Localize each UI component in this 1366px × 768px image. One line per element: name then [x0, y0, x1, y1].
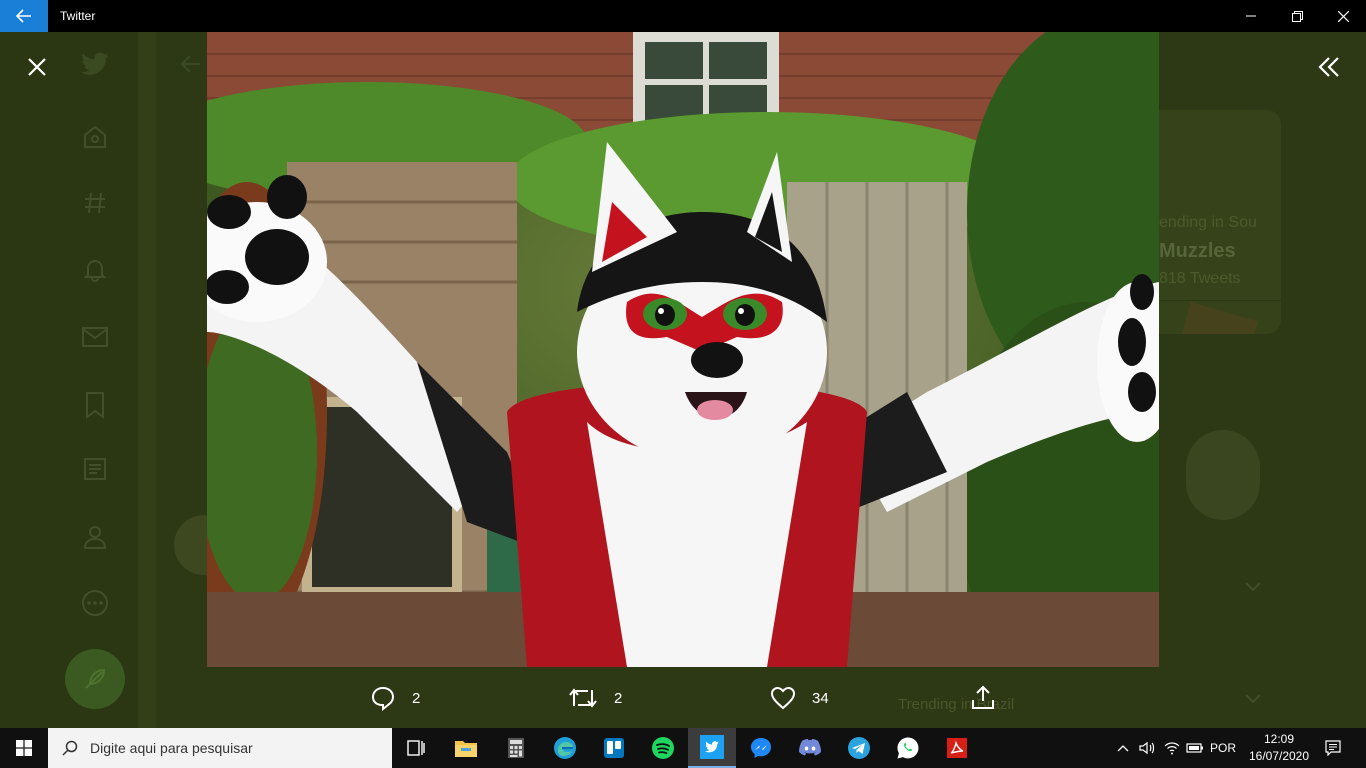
discord-button[interactable] [786, 728, 834, 768]
telegram-icon [848, 737, 870, 759]
chevron-down-icon[interactable] [1245, 582, 1261, 592]
search-placeholder: Digite aqui para pesquisar [90, 740, 253, 756]
language-label: POR [1209, 741, 1236, 755]
minimize-icon [1246, 15, 1256, 17]
trend-thumbnail [1165, 302, 1259, 334]
twitter-taskbar-button[interactable] [688, 728, 736, 768]
restore-button[interactable] [1274, 0, 1320, 32]
clock-date: 16/07/2020 [1248, 749, 1310, 763]
trend-count: 818 Tweets [1159, 270, 1241, 287]
close-window-button[interactable] [1320, 0, 1366, 32]
close-icon [28, 58, 46, 76]
twitter-icon [700, 735, 724, 759]
whatsapp-icon [897, 737, 919, 759]
share-button[interactable] [970, 684, 996, 712]
twitter-logo-icon [80, 50, 110, 80]
action-center-button[interactable] [1318, 728, 1348, 768]
trends-card: ending in Sou Muzzles 818 Tweets [1159, 110, 1281, 334]
whatsapp-button[interactable] [884, 728, 932, 768]
home-icon[interactable] [80, 122, 110, 152]
trend-location: ending in Sou [1159, 214, 1257, 231]
start-button[interactable] [0, 728, 48, 768]
edge-icon [554, 737, 576, 759]
retweet-button[interactable]: 2 [568, 684, 622, 712]
profile-icon[interactable] [80, 522, 110, 552]
notifications-icon[interactable] [80, 254, 110, 284]
notification-center-icon [1325, 740, 1341, 756]
minimize-button[interactable] [1228, 0, 1274, 32]
pdf-icon [947, 738, 967, 758]
edge-button[interactable] [541, 728, 589, 768]
arrow-left-icon [180, 55, 200, 73]
folder-icon [455, 741, 477, 757]
task-view-button[interactable] [392, 728, 440, 768]
more-icon[interactable] [80, 588, 110, 618]
window-title: Twitter [60, 9, 96, 23]
taskbar-search[interactable]: Digite aqui para pesquisar [48, 728, 392, 768]
reply-count: 2 [412, 689, 421, 707]
retweet-count: 2 [614, 689, 623, 707]
wifi-icon [1164, 742, 1180, 755]
clock[interactable]: 12:09 16/07/2020 [1244, 731, 1314, 765]
search-icon [62, 740, 78, 756]
trello-icon [604, 738, 624, 758]
clock-time: 12:09 [1263, 732, 1295, 746]
windows-icon [16, 740, 32, 756]
input-language-button[interactable]: POR [1206, 728, 1240, 768]
battery-icon [1186, 743, 1203, 753]
taskbar: Digite aqui para pesquisar POR 12:09 16/… [0, 728, 1366, 768]
calculator-icon [508, 738, 524, 758]
show-hidden-icons-button[interactable] [1112, 728, 1134, 768]
bookmarks-icon[interactable] [80, 390, 110, 420]
heart-icon [770, 686, 796, 710]
messenger-button[interactable] [737, 728, 785, 768]
tweet-actions-bar: 2 2 34 [0, 674, 1366, 722]
close-icon [1337, 10, 1349, 22]
chevron-up-icon [1117, 745, 1129, 752]
telegram-button[interactable] [835, 728, 883, 768]
retweet-icon [569, 688, 597, 708]
like-count: 34 [812, 689, 829, 707]
spotify-button[interactable] [639, 728, 687, 768]
task-view-icon [407, 740, 425, 756]
arrow-left-icon [16, 9, 31, 23]
battery-button[interactable] [1184, 728, 1206, 768]
discord-icon [799, 739, 821, 756]
reply-button[interactable]: 2 [370, 684, 420, 712]
calculator-button[interactable] [492, 728, 540, 768]
back-button[interactable] [0, 0, 48, 32]
acrobat-reader-button[interactable] [933, 728, 981, 768]
spotify-icon [652, 737, 674, 759]
window-title-bar: Twitter [0, 0, 1366, 32]
tweet-photo [207, 32, 1159, 667]
fursuit-photo-illustration [207, 32, 1159, 667]
who-to-follow-avatar [1186, 430, 1260, 520]
sidebar [0, 32, 138, 728]
reply-icon [371, 686, 395, 711]
volume-icon [1139, 741, 1155, 755]
volume-button[interactable] [1136, 728, 1158, 768]
share-icon [972, 685, 994, 709]
sidebar-divider [138, 32, 156, 728]
close-viewer-button[interactable] [20, 50, 54, 84]
explore-icon[interactable] [80, 188, 110, 218]
file-explorer-button[interactable] [442, 728, 490, 768]
like-button[interactable]: 34 [770, 684, 829, 712]
restore-icon [1291, 10, 1303, 22]
lists-icon[interactable] [80, 454, 110, 484]
trend-tag[interactable]: Muzzles [1159, 240, 1236, 263]
expand-sidebar-button[interactable] [1312, 50, 1346, 84]
double-chevron-left-icon [1318, 57, 1339, 77]
network-button[interactable] [1160, 728, 1184, 768]
messages-icon[interactable] [80, 322, 110, 352]
trello-button[interactable] [590, 728, 638, 768]
messenger-icon [751, 738, 771, 758]
divider [1159, 300, 1281, 301]
